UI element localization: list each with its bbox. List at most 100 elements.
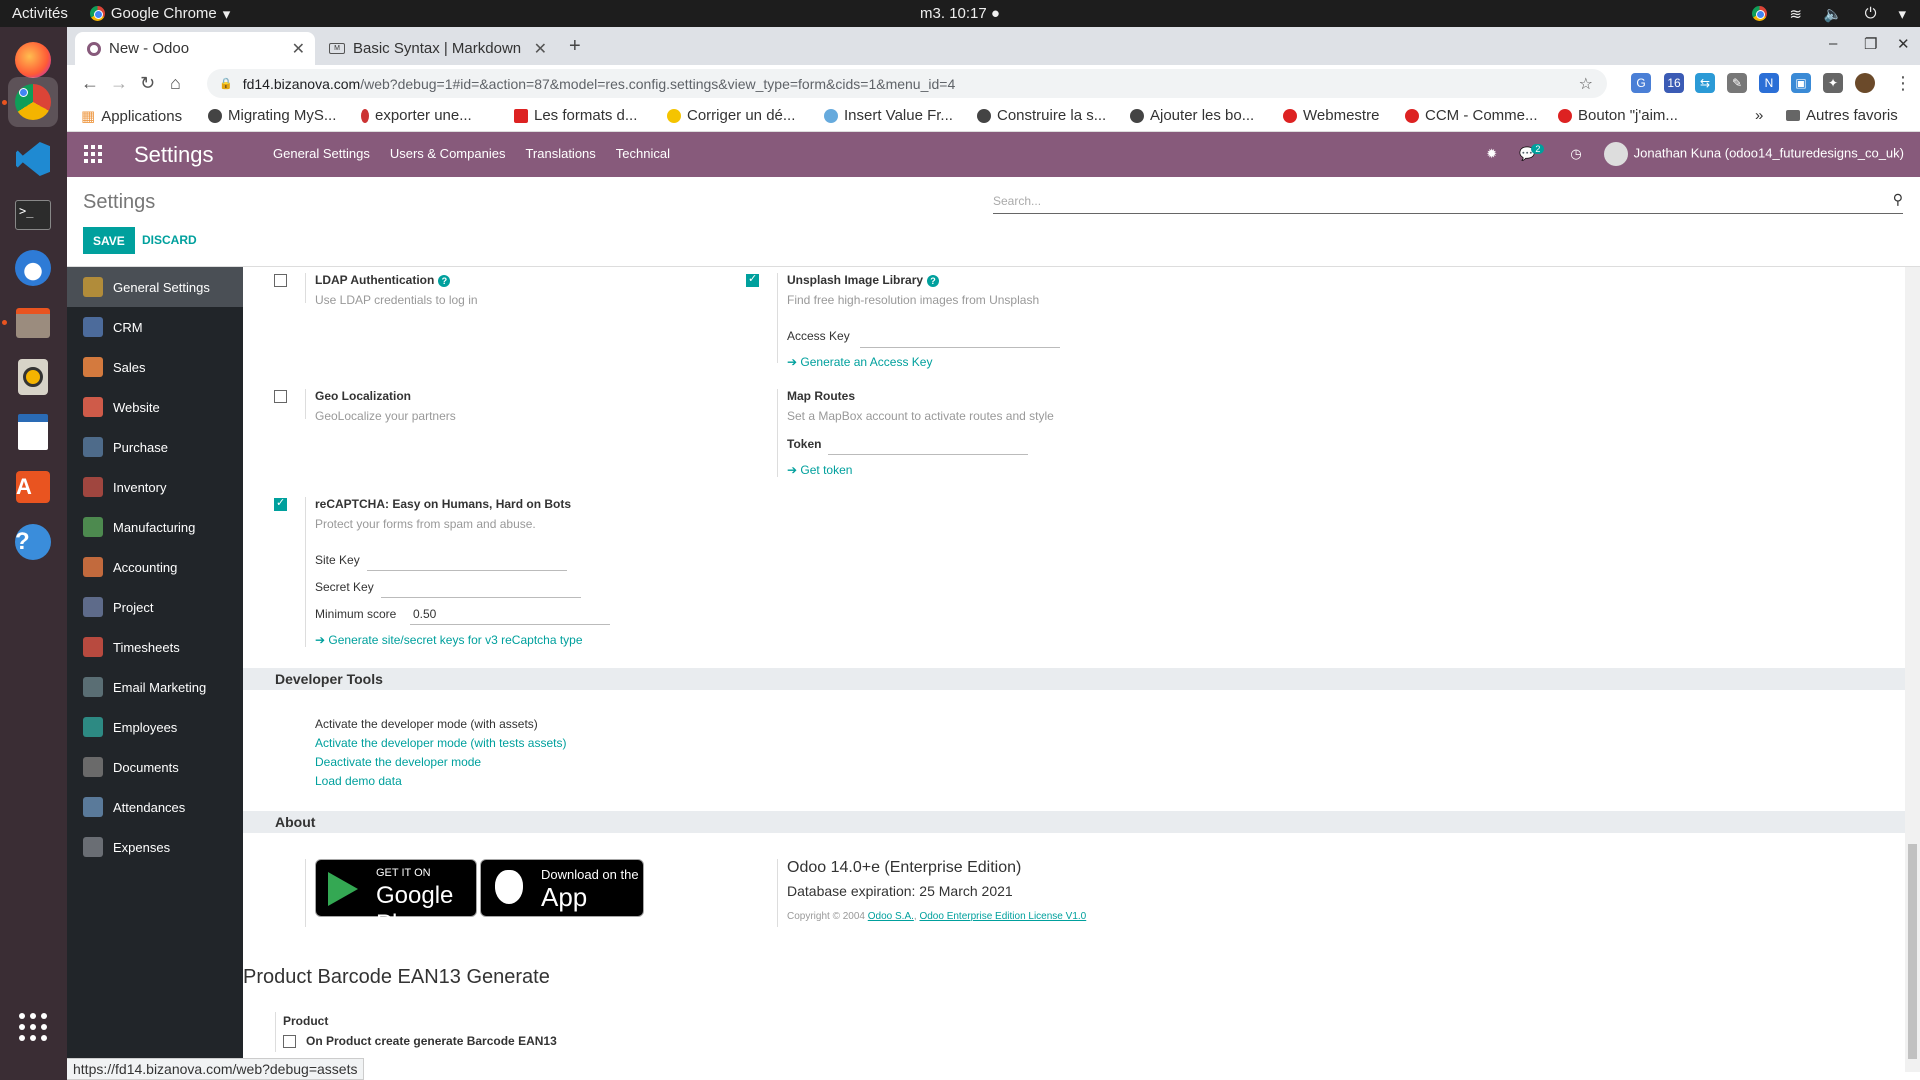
tab-new-odoo[interactable]: New - Odoo ✕ [75, 32, 315, 65]
close-window-button[interactable]: ✕ [1897, 35, 1910, 53]
other-bookmarks[interactable]: Autres favoris [1786, 107, 1898, 124]
minimize-button[interactable]: – [1829, 35, 1837, 52]
bookmark-applications[interactable]: ▦ Applications [81, 107, 182, 126]
puzzle-icon[interactable]: ✦ [1823, 73, 1843, 93]
sidebar-item-expenses[interactable]: Expenses [67, 827, 243, 867]
debug-bug-icon[interactable]: ✹ [1486, 146, 1497, 162]
extension-icon[interactable]: ▣ [1791, 73, 1811, 93]
recaptcha-checkbox[interactable] [274, 496, 287, 511]
new-tab-button[interactable]: + [569, 35, 581, 58]
sidebar-item-attendances[interactable]: Attendances [67, 787, 243, 827]
save-button[interactable]: SAVE [83, 227, 135, 254]
geo-localization-checkbox[interactable] [274, 390, 287, 403]
app-menu[interactable]: Google Chrome ▾ [89, 5, 230, 23]
menu-translations[interactable]: Translations [525, 146, 595, 161]
app-switcher-icon[interactable] [84, 145, 102, 163]
scrollbar-thumb[interactable] [1908, 844, 1917, 1059]
help-icon[interactable]: ? [438, 274, 451, 287]
sidebar-item-documents[interactable]: Documents [67, 747, 243, 787]
sidebar-item-general-settings[interactable]: General Settings [67, 267, 243, 307]
sidebar-item-website[interactable]: Website [67, 387, 243, 427]
close-tab-icon[interactable]: ✕ [292, 39, 305, 59]
sidebar-item-timesheets[interactable]: Timesheets [67, 627, 243, 667]
extension-icon[interactable]: ⇆ [1695, 73, 1715, 93]
bookmark-item[interactable]: Ajouter les bo... [1130, 107, 1254, 124]
sidebar-item-purchase[interactable]: Purchase [67, 427, 243, 467]
clock[interactable]: m3. 10:17 ● [920, 5, 1000, 22]
extension-icon[interactable]: ✎ [1727, 73, 1747, 93]
sidebar-item-email-marketing[interactable]: Email Marketing [67, 667, 243, 707]
menu-icon[interactable]: ⋮ [1894, 73, 1912, 94]
settings-search-input[interactable]: Search... ⚲ [993, 189, 1903, 214]
minimum-score-value[interactable]: 0.50 [413, 607, 436, 621]
odoo-sa-link[interactable]: Odoo S.A. [868, 911, 914, 922]
help-icon[interactable]: ? [8, 517, 58, 567]
home-icon[interactable]: ⌂ [170, 73, 181, 94]
profile-avatar[interactable] [1855, 73, 1875, 93]
minimum-score-input[interactable] [410, 624, 610, 625]
writer-icon[interactable] [8, 407, 58, 457]
thunderbird-icon[interactable] [8, 243, 58, 293]
activity-clock-icon[interactable]: ◷ [1570, 146, 1581, 162]
bookmark-item[interactable]: Bouton "j'aim... [1558, 107, 1678, 124]
generate-recaptcha-keys-link[interactable]: ➔ Generate site/secret keys for v3 reCap… [315, 633, 583, 647]
menu-general-settings[interactable]: General Settings [273, 146, 370, 161]
access-key-input[interactable] [860, 347, 1060, 348]
reload-icon[interactable]: ↻ [140, 73, 155, 94]
chrome-dock-icon[interactable] [8, 77, 58, 127]
tab-markdown[interactable]: M Basic Syntax | Markdown ✕ [317, 32, 557, 65]
terminal-icon[interactable]: >_ [8, 190, 58, 240]
sidebar-item-crm[interactable]: CRM [67, 307, 243, 347]
load-demo-data-link[interactable]: Load demo data [315, 774, 402, 788]
rhythmbox-icon[interactable] [8, 352, 58, 402]
translate-extension-icon[interactable]: G [1631, 73, 1651, 93]
system-tray[interactable]: ≋ 🔈 ⏻ ▾ [1752, 5, 1906, 23]
activate-dev-mode-assets-link[interactable]: Activate the developer mode (with assets… [315, 717, 538, 731]
menu-technical[interactable]: Technical [616, 146, 670, 161]
secret-key-input[interactable] [381, 597, 581, 598]
activities-button[interactable]: Activités [12, 5, 68, 22]
extension-16-icon[interactable]: 16 [1664, 73, 1684, 93]
activate-dev-mode-tests-link[interactable]: Activate the developer mode (with tests … [315, 736, 566, 750]
discard-button[interactable]: DISCARD [142, 233, 197, 247]
files-icon[interactable] [8, 298, 58, 348]
bookmark-item[interactable]: Construire la s... [977, 107, 1106, 124]
site-key-input[interactable] [367, 570, 567, 571]
software-center-icon[interactable]: A [8, 462, 58, 512]
sidebar-item-employees[interactable]: Employees [67, 707, 243, 747]
generate-access-key-link[interactable]: ➔ Generate an Access Key [787, 355, 932, 369]
license-link[interactable]: Odoo Enterprise Edition License V1.0 [919, 911, 1086, 922]
bookmark-item[interactable]: Corriger un dé... [667, 107, 795, 124]
extension-icon[interactable]: N [1759, 73, 1779, 93]
sidebar-item-sales[interactable]: Sales [67, 347, 243, 387]
sidebar-item-manufacturing[interactable]: Manufacturing [67, 507, 243, 547]
show-applications-icon[interactable] [8, 1002, 58, 1052]
app-store-badge[interactable]: Download on the App Store [480, 859, 644, 943]
bookmark-item[interactable]: Migrating MyS... [208, 107, 336, 124]
bookmarks-overflow-button[interactable]: » [1755, 107, 1763, 124]
unsplash-checkbox[interactable] [746, 272, 759, 287]
barcode-checkbox[interactable] [283, 1035, 296, 1048]
user-menu[interactable]: Jonathan Kuna (odoo14_futuredesigns_co_u… [1603, 142, 1904, 166]
bookmark-item[interactable]: Insert Value Fr... [824, 107, 953, 124]
chat-icon[interactable]: 💬2 [1519, 144, 1548, 162]
close-tab-icon[interactable]: ✕ [534, 39, 547, 59]
ldap-checkbox[interactable] [274, 274, 287, 287]
token-input[interactable] [828, 454, 1028, 455]
get-token-link[interactable]: ➔ Get token [787, 463, 852, 477]
back-icon[interactable]: ← [81, 73, 99, 94]
google-play-badge[interactable]: GET IT ON Google Play [315, 859, 477, 937]
sidebar-item-inventory[interactable]: Inventory [67, 467, 243, 507]
sidebar-item-project[interactable]: Project [67, 587, 243, 627]
bookmark-item[interactable]: CCM - Comme... [1405, 107, 1538, 124]
search-icon[interactable]: ⚲ [1893, 191, 1903, 208]
deactivate-dev-mode-link[interactable]: Deactivate the developer mode [315, 755, 481, 769]
bookmark-item[interactable]: Webmestre [1283, 107, 1379, 124]
vscode-icon[interactable] [8, 134, 58, 184]
bookmark-item[interactable]: exporter une... [361, 107, 472, 124]
bookmark-item[interactable]: Les formats d... [514, 107, 637, 124]
maximize-button[interactable]: ❐ [1864, 35, 1877, 53]
address-bar[interactable]: 🔒 fd14.bizanova.com /web?debug=1#id=&act… [207, 69, 1607, 98]
help-icon[interactable]: ? [927, 274, 940, 287]
menu-users-companies[interactable]: Users & Companies [390, 146, 506, 161]
